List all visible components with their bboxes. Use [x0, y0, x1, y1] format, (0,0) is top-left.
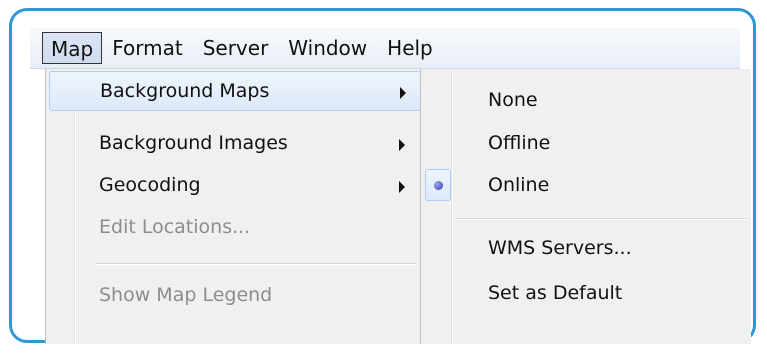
menu-item-label: Geocoding	[99, 174, 201, 196]
radio-check-indicator	[425, 169, 451, 201]
background-maps-submenu: None Offline Online WMS Servers... Set a…	[420, 69, 751, 344]
menu-server[interactable]: Server	[193, 32, 279, 64]
menu-item-show-map-legend: Show Map Legend	[49, 276, 421, 316]
submenu-item-label: Offline	[488, 132, 551, 154]
submenu-arrow-icon	[400, 87, 406, 99]
submenu-arrow-icon	[399, 181, 405, 193]
radio-dot-icon	[434, 181, 443, 190]
menu-item-label: Background Maps	[100, 80, 270, 102]
menu-separator	[96, 263, 416, 265]
submenu-item-label: WMS Servers...	[488, 237, 632, 259]
menu-item-label: Show Map Legend	[99, 284, 273, 306]
submenu-item-label: None	[488, 89, 538, 111]
menu-item-background-images[interactable]: Background Images	[49, 124, 421, 164]
submenu-arrow-icon	[399, 139, 405, 151]
submenu-item-offline[interactable]: Offline	[423, 124, 749, 164]
menu-item-label: Edit Locations...	[99, 216, 251, 238]
submenu-item-label: Set as Default	[488, 282, 623, 304]
submenu-separator	[455, 218, 747, 220]
submenu-item-label: Online	[488, 174, 550, 196]
menu-item-label: Background Images	[99, 132, 288, 154]
submenu-item-wms-servers[interactable]: WMS Servers...	[423, 229, 749, 269]
menu-item-geocoding[interactable]: Geocoding	[49, 166, 421, 206]
menu-bar: Map Format Server Window Help	[30, 28, 740, 69]
submenu-item-online[interactable]: Online	[423, 166, 749, 206]
menu-item-edit-locations: Edit Locations...	[49, 208, 421, 248]
submenu-item-set-as-default[interactable]: Set as Default	[423, 274, 749, 314]
menu-format[interactable]: Format	[102, 32, 192, 64]
menu-window[interactable]: Window	[278, 32, 377, 64]
menu-item-background-maps[interactable]: Background Maps	[49, 71, 421, 111]
menu-help[interactable]: Help	[377, 32, 443, 64]
submenu-item-none[interactable]: None	[423, 81, 749, 121]
map-dropdown-menu: Background Maps Background Images Geocod…	[45, 69, 427, 344]
menu-map[interactable]: Map	[42, 32, 103, 64]
